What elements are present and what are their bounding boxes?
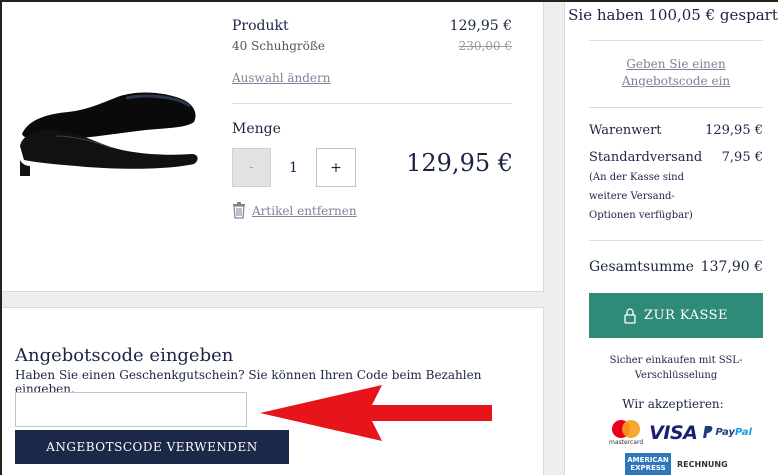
section-gap xyxy=(2,292,544,307)
mastercard-logo: mastercard xyxy=(609,419,643,446)
accepted-payments-label: Wir akzeptieren: xyxy=(622,397,724,411)
paypal-pal: Pal xyxy=(735,427,752,438)
order-summary-panel: Sie haben 100,05 € gespart Geben Sie ein… xyxy=(564,2,778,475)
shipping-value: 7,95 € xyxy=(721,150,763,165)
quantity-value[interactable]: 1 xyxy=(271,148,316,187)
divider xyxy=(589,40,763,41)
quantity-decrease-button[interactable]: - xyxy=(232,148,271,187)
shipping-note: (An der Kasse sind weitere Versand-Optio… xyxy=(589,172,693,221)
checkout-label: ZUR KASSE xyxy=(643,308,729,323)
paypal-pay: Pay xyxy=(715,427,735,438)
divider xyxy=(589,240,763,241)
checkout-button[interactable]: ZUR KASSE xyxy=(589,293,763,338)
product-label: Produkt xyxy=(232,18,289,34)
ssl-note: Sicher einkaufen mit SSL-Verschlüsselung xyxy=(609,355,743,381)
subtotal-label: Warenwert xyxy=(589,123,662,138)
product-old-price: 230,00 € xyxy=(458,39,512,53)
coupon-code-input[interactable] xyxy=(15,392,247,427)
paypal-icon xyxy=(703,426,713,438)
change-selection-link[interactable]: Auswahl ändern xyxy=(232,71,331,85)
savings-text: Sie haben 100,05 € gespart xyxy=(568,6,778,24)
visa-logo: VISA xyxy=(649,421,698,444)
quantity-increase-button[interactable]: + xyxy=(316,148,356,187)
divider xyxy=(232,103,512,104)
amex-line2: EXPRESS xyxy=(630,464,666,472)
trash-icon[interactable] xyxy=(232,202,246,219)
cart-item-panel: Produkt 40 Schuhgröße 129,95 € 230,00 € … xyxy=(2,2,544,292)
product-size: 40 Schuhgröße xyxy=(232,39,325,53)
page-gutter xyxy=(544,2,564,475)
apply-coupon-button[interactable]: ANGEBOTSCODE VERWENDEN xyxy=(15,430,289,464)
line-total: 129,95 € xyxy=(406,149,513,177)
remove-item-link[interactable]: Artikel entfernen xyxy=(252,204,357,218)
red-arrow-annotation xyxy=(260,385,492,441)
paypal-logo: Pay Pal xyxy=(703,426,752,439)
quantity-label: Menge xyxy=(232,121,281,137)
amex-logo: AMERICAN EXPRESS xyxy=(625,453,671,475)
lock-icon xyxy=(624,307,636,324)
shoe-image xyxy=(20,92,198,176)
subtotal-value: 129,95 € xyxy=(705,123,763,138)
divider xyxy=(589,107,763,108)
invoice-logo: RECHNUNG xyxy=(677,459,728,469)
mastercard-text: mastercard xyxy=(609,439,644,446)
total-value: 137,90 € xyxy=(700,259,763,275)
remove-item[interactable]: Artikel entfernen xyxy=(232,202,357,219)
product-price: 129,95 € xyxy=(449,18,512,34)
amex-line1: AMERICAN xyxy=(627,456,669,464)
enter-promo-code-link[interactable]: Geben Sie einen Angebotscode ein xyxy=(583,56,769,90)
payment-logos-secondary: AMERICAN EXPRESS RECHNUNG xyxy=(625,453,728,475)
payment-logos: mastercard VISA Pay Pal xyxy=(609,419,752,446)
coupon-title: Angebotscode eingeben xyxy=(15,345,234,366)
